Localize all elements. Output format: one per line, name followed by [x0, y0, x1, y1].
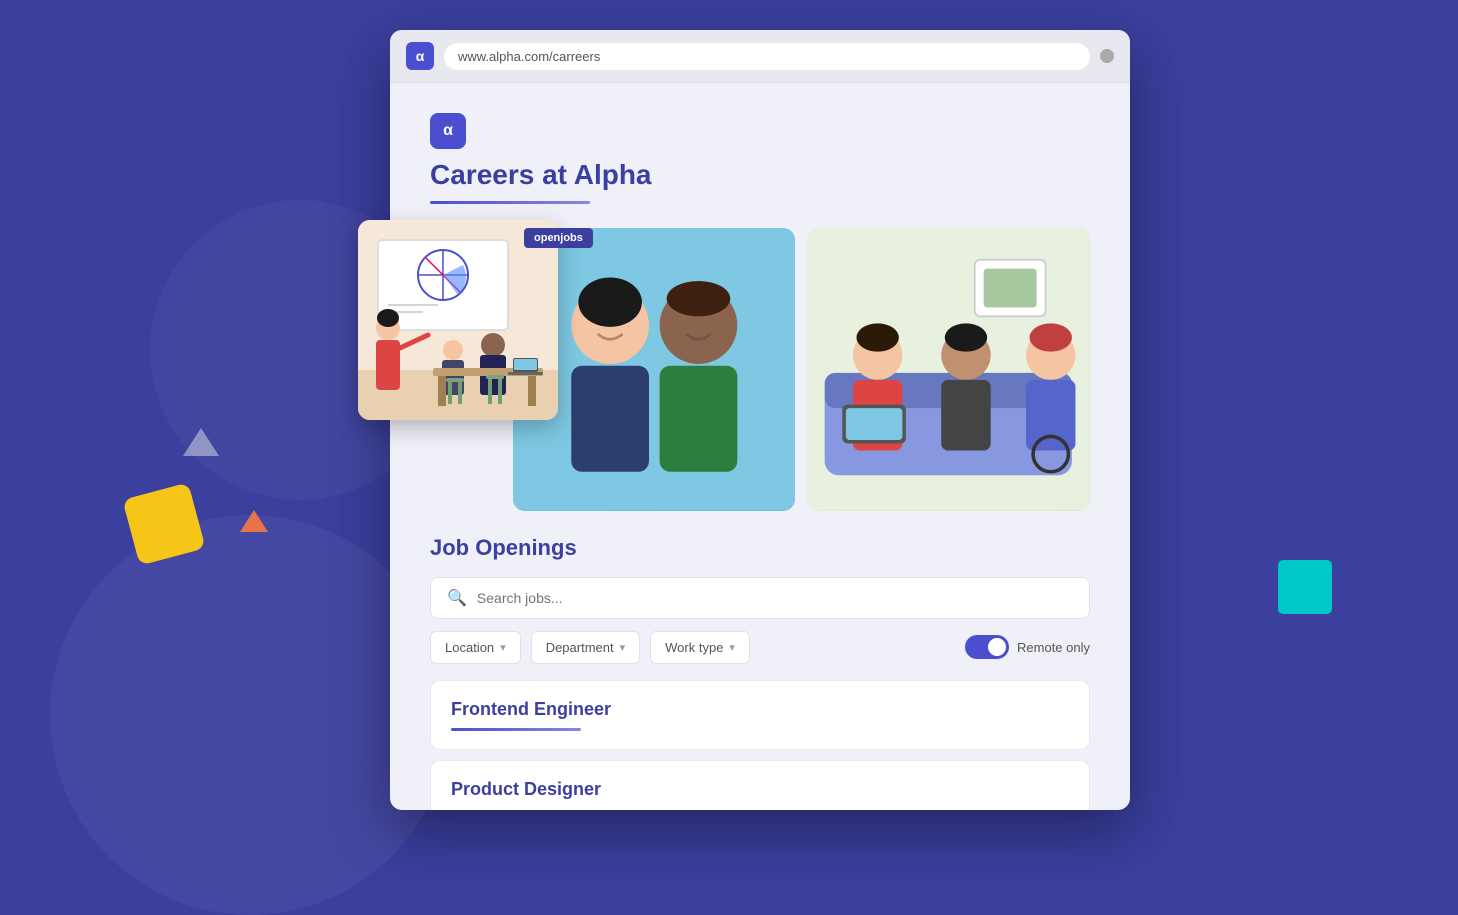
job-card-designer[interactable]: Product Designer — [430, 760, 1090, 810]
open-jobs-badge: openjobs — [524, 228, 593, 248]
url-bar[interactable] — [444, 43, 1090, 70]
job-card-underline-1 — [451, 728, 581, 731]
gallery-image-team — [807, 228, 1090, 511]
location-filter[interactable]: Location — [430, 631, 521, 664]
job-title-designer: Product Designer — [451, 779, 1069, 800]
floating-classroom-image — [358, 220, 558, 420]
title-underline — [430, 201, 590, 204]
job-card-frontend[interactable]: Frontend Engineer — [430, 680, 1090, 750]
browser-chrome: α — [390, 30, 1130, 83]
job-title-frontend: Frontend Engineer — [451, 699, 1069, 720]
search-icon: 🔍 — [447, 588, 467, 608]
deco-triangle-orange — [240, 510, 268, 532]
work-type-filter[interactable]: Work type — [650, 631, 750, 664]
toggle-knob — [988, 638, 1006, 656]
deco-triangle-left — [183, 428, 219, 456]
alpha-logo: α — [430, 113, 466, 149]
filter-row: Location Department Work type Remote onl… — [430, 631, 1090, 664]
page-title: Careers at Alpha — [430, 159, 1090, 191]
page-header: α Careers at Alpha — [430, 113, 1090, 204]
department-filter[interactable]: Department — [531, 631, 640, 664]
browser-logo: α — [406, 42, 434, 70]
remote-only-label: Remote only — [1017, 640, 1090, 655]
search-bar: 🔍 — [430, 577, 1090, 619]
remote-toggle-group: Remote only — [965, 635, 1090, 659]
deco-square-teal — [1278, 560, 1332, 614]
page-content: α Careers at Alpha + — [390, 83, 1130, 810]
job-openings-title: Job Openings — [430, 535, 1090, 561]
remote-only-toggle[interactable] — [965, 635, 1009, 659]
search-input[interactable] — [477, 590, 1073, 606]
browser-menu-dot — [1100, 49, 1114, 63]
browser-window: α α Careers at Alpha + — [390, 30, 1130, 810]
job-openings-section: Job Openings 🔍 Location Department Work … — [430, 535, 1090, 810]
